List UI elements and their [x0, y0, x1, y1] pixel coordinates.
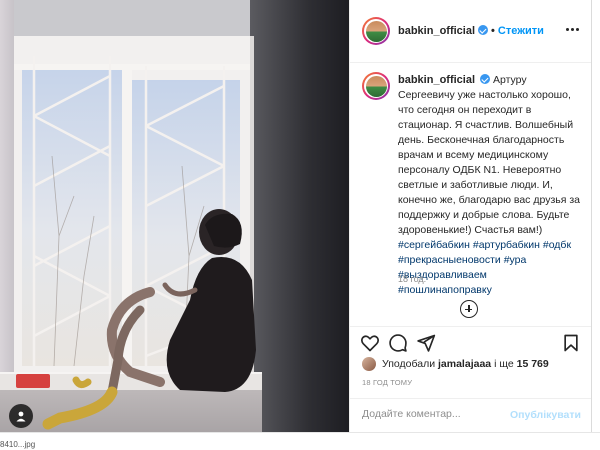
header-line: babkin_official • Стежити	[398, 25, 544, 37]
share-button[interactable]	[416, 333, 436, 353]
post-side-panel: babkin_official • Стежити babkin_official …	[349, 0, 592, 432]
file-name-label: 8410...jpg	[0, 440, 36, 449]
tagged-users-button[interactable]	[9, 404, 33, 428]
liker-username[interactable]: jamalajaaa	[438, 358, 491, 370]
post-photo[interactable]	[0, 0, 349, 432]
caption-hashtags[interactable]: #сергейбабкин #артурбабкин #одбк #прекра…	[398, 239, 571, 296]
caption-text: Артуру Сергеевичу уже настолько хорошо, …	[398, 74, 580, 236]
more-options-icon[interactable]	[566, 28, 579, 31]
caption-avatar[interactable]	[362, 72, 390, 100]
heart-icon	[361, 335, 379, 352]
separator-dot: •	[491, 25, 495, 37]
post-comment-button[interactable]: Опублікувати	[510, 409, 581, 421]
taskbar-strip	[0, 432, 600, 450]
send-icon	[417, 334, 436, 352]
caption-time: 18 год.	[398, 274, 427, 284]
person-silhouette	[42, 209, 256, 430]
avatar[interactable]	[362, 17, 390, 45]
likes-prefix: Уподобали	[382, 358, 436, 370]
comment-bar: Опублікувати	[350, 398, 591, 433]
post-header: babkin_official • Стежити	[350, 0, 591, 63]
verified-badge-icon	[478, 25, 489, 35]
likes-mid: і ще	[494, 358, 514, 370]
comment-button[interactable]	[388, 333, 408, 353]
follow-button[interactable]: Стежити	[498, 25, 544, 37]
save-button[interactable]	[561, 333, 581, 353]
comment-input[interactable]	[362, 408, 512, 420]
liker-avatar	[362, 357, 376, 371]
post-date[interactable]: 18 ГОД ТОМУ	[362, 378, 412, 387]
like-button[interactable]	[360, 333, 380, 353]
plus-circle-icon[interactable]	[460, 300, 478, 318]
caption-username[interactable]: babkin_official	[398, 74, 475, 86]
likes-summary[interactable]: Уподобали jamalajaaa і ще 15 769	[362, 355, 549, 373]
post-caption: babkin_official Артуру Сергеевичу уже на…	[398, 73, 582, 298]
user-tag-icon	[16, 411, 26, 422]
action-bar	[350, 326, 591, 357]
comment-icon	[389, 334, 407, 352]
comments-area: babkin_official Артуру Сергеевичу уже на…	[350, 63, 591, 326]
bookmark-icon	[564, 334, 578, 352]
username-link[interactable]: babkin_official	[398, 25, 475, 37]
verified-badge-icon	[480, 74, 491, 84]
likes-count[interactable]: 15 769	[517, 358, 549, 370]
